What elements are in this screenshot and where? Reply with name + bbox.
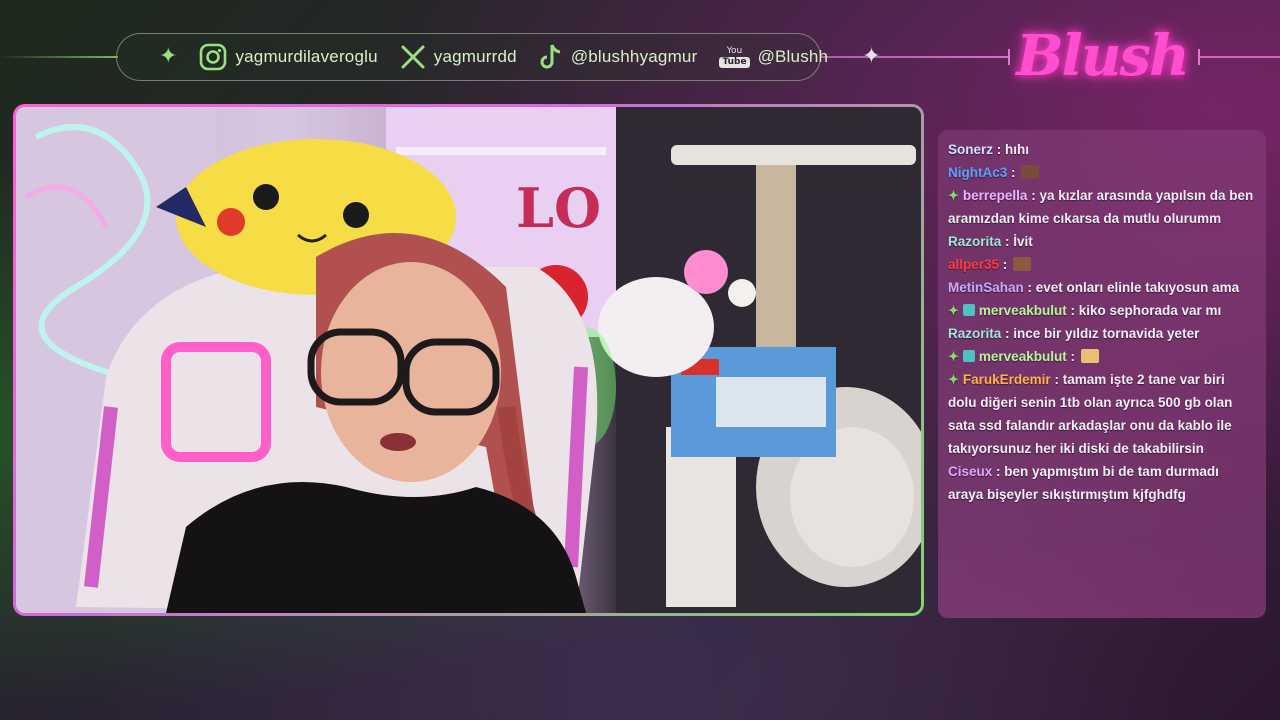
chat-text: hıhı: [1005, 142, 1030, 157]
emote-icon: [1021, 165, 1040, 179]
header-line-right: [1200, 56, 1280, 58]
header-tick: [1008, 49, 1010, 65]
chat-message: ✦ berrepella : ya kızlar arasında yapılsı…: [948, 188, 1254, 226]
social-youtube[interactable]: You Tube @Blushh: [719, 46, 829, 68]
star-badge-icon: ✦: [948, 372, 959, 387]
instagram-handle: yagmurdilaveroglu: [235, 47, 378, 66]
chat-message: Razorita : ince bir yıldız tornavida yet…: [948, 326, 1200, 341]
x-icon: [400, 44, 426, 70]
chat-message: ✦ FarukErdemir : tamam işte 2 tane var bi…: [948, 372, 1233, 456]
youtube-icon: You Tube: [719, 46, 750, 68]
chat-username[interactable]: Razorita: [948, 234, 1001, 249]
chat-username[interactable]: allper35: [948, 257, 999, 272]
chat-text: evet onları elinle takıyosun ama: [1035, 280, 1240, 295]
svg-text:LO: LO: [516, 176, 601, 240]
star-badge-icon: ✦: [948, 303, 959, 318]
header-line-left: [0, 56, 118, 58]
chat-message: ✦ merveakbulut : kiko sephorada var mı: [948, 303, 1222, 318]
chat-message: NightAc3 :: [948, 161, 1256, 184]
chat-message: allper35 :: [948, 253, 1256, 276]
logo-text: Blush: [1016, 23, 1190, 89]
emote-icon: [1080, 349, 1099, 363]
webcam-frame: LO: [13, 104, 924, 616]
chat-message: MetinSahan : evet onları elinle takıyosu…: [948, 280, 1240, 295]
webcam-scene: LO: [16, 107, 921, 613]
chat-username[interactable]: merveakbulut: [979, 349, 1067, 364]
chat-message: Ciseux : ben yapmıştım bi de tam durmadı…: [948, 464, 1219, 502]
social-tiktok[interactable]: @blushhyagmur: [539, 43, 698, 71]
webcam-feed: LO: [16, 107, 921, 613]
sparkle-icon: ✦: [159, 44, 178, 69]
chat-username[interactable]: Sonerz: [948, 142, 993, 157]
instagram-icon: [199, 43, 227, 71]
social-links-bar: ✦ yagmurdilaveroglu yagmurrdd @blushhyag…: [116, 33, 881, 81]
social-x[interactable]: yagmurrdd: [400, 44, 517, 70]
chat-username[interactable]: berrepella: [963, 188, 1028, 203]
header-line-mid: [820, 56, 1010, 58]
star-badge-icon: ✦: [948, 188, 959, 203]
chat-username[interactable]: FarukErdemir: [963, 372, 1051, 387]
sparkle-icon: ✦: [862, 44, 881, 69]
chat-text: ince bir yıldız tornavida yeter: [1013, 326, 1200, 341]
chat-username[interactable]: NightAc3: [948, 165, 1007, 180]
chat-text: İvit: [1013, 234, 1033, 249]
chat-username[interactable]: Ciseux: [948, 464, 992, 479]
social-instagram[interactable]: yagmurdilaveroglu: [199, 43, 378, 71]
chat-username[interactable]: merveakbulut: [979, 303, 1067, 318]
star-badge-icon: ✦: [948, 349, 959, 364]
emote-icon: [1013, 257, 1032, 271]
sub-badge-icon: [962, 350, 975, 362]
tiktok-icon: [539, 43, 563, 71]
channel-logo: Blush: [1016, 14, 1190, 98]
youtube-handle: @Blushh: [757, 47, 829, 66]
chat-username[interactable]: Razorita: [948, 326, 1001, 341]
sub-badge-icon: [962, 304, 975, 316]
chat-text: kiko sephorada var mı: [1078, 303, 1222, 318]
chat-message: Razorita : İvit: [948, 234, 1033, 249]
chat-username[interactable]: MetinSahan: [948, 280, 1024, 295]
chat-message: ✦ merveakbulut :: [948, 345, 1256, 368]
chat-message: Sonerz : hıhı: [948, 142, 1030, 157]
tiktok-handle: @blushhyagmur: [570, 47, 698, 66]
x-handle: yagmurrdd: [433, 47, 517, 66]
chat-panel: Sonerz : hıhı NightAc3 : ✦ berrepella : y…: [938, 130, 1266, 618]
